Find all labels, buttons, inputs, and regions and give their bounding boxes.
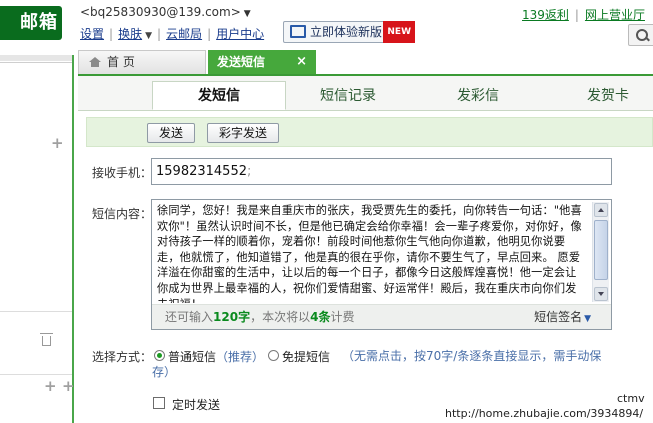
action-bar: 发送 彩字发送 <box>86 117 653 147</box>
tab-send-sms-label: 发送短信 <box>217 55 266 69</box>
close-icon[interactable]: × <box>296 50 307 74</box>
caret-down-icon: ▼ <box>584 314 591 324</box>
message-textarea[interactable]: 徐同学，您好！我是来自重庆市的张庆，我受贾先生的委托，向你转告一句话："他喜欢你… <box>157 203 585 303</box>
trash-icon[interactable] <box>40 333 53 346</box>
signature-dropdown[interactable]: 短信签名 ▼ <box>534 305 591 331</box>
right-links: 139返利 | 网上营业厅 <box>522 8 645 22</box>
plus-icon[interactable]: + <box>44 377 57 395</box>
radio-normal-sms[interactable] <box>154 350 165 361</box>
scroll-up-icon[interactable] <box>594 203 608 217</box>
normal-sms-option[interactable]: 普通短信（推荐） <box>168 348 264 365</box>
message-scrollbar[interactable] <box>592 202 609 302</box>
home-icon <box>89 57 101 67</box>
online-hall-link[interactable]: 网上营业厅 <box>585 8 645 22</box>
free-sms-option[interactable]: 免提短信 <box>282 348 330 365</box>
tab-send-card[interactable]: 发贺卡 <box>556 82 653 110</box>
account-address: <bq25830930@139.com> <box>80 5 241 19</box>
recipient-separator: ; <box>246 164 252 179</box>
timed-send-checkbox[interactable] <box>153 397 165 409</box>
message-footer: 还可输入120字，本次将以4条计费 短信签名 ▼ <box>152 304 611 329</box>
scroll-thumb[interactable] <box>594 220 608 280</box>
settings-link[interactable]: 设置 <box>80 27 104 41</box>
tab-send-sms[interactable]: 发送短信 × <box>208 50 316 74</box>
rebate-link[interactable]: 139返利 <box>522 8 569 22</box>
tab-send-sms-form[interactable]: 发短信 <box>152 81 286 110</box>
message-editor: 徐同学，您好！我是来自重庆市的张庆，我受贾先生的委托，向你转告一句话："他喜欢你… <box>151 199 612 330</box>
tab-sms-records[interactable]: 短信记录 <box>296 82 400 110</box>
mms-send-button[interactable]: 彩字发送 <box>207 123 279 143</box>
sms-function-tabs: 发短信 短信记录 发彩信 发贺卡 <box>78 76 653 111</box>
left-sidebar: + + + <box>0 55 75 423</box>
logo: 邮箱 <box>0 6 62 40</box>
top-header: 邮箱 <bq25830930@139.com> ▼ 设置 | 换肤 ▼ | 云邮局 | 用户中心… <box>0 0 653 50</box>
content-label: 短信内容： <box>92 207 153 221</box>
free-sms-description: （无需点击，按70字/条逐条直接显示，需手动保 存） <box>152 349 602 379</box>
method-label: 选择方式： <box>92 350 153 364</box>
tab-home[interactable]: 首 页 <box>78 50 206 74</box>
tab-home-label: 首 页 <box>107 55 135 69</box>
watermark-text: ctmv <box>617 392 645 405</box>
try-new-version-button[interactable]: 立即体验新版 NEW <box>283 21 415 43</box>
recipient-value: 15982314552 <box>156 164 247 179</box>
caret-down-icon: ▼ <box>145 31 152 41</box>
plus-icon[interactable]: + <box>51 134 64 152</box>
monitor-icon <box>290 25 306 38</box>
top-links: 设置 | 换肤 ▼ | 云邮局 | 用户中心 <box>80 27 265 41</box>
try-new-version-label: 立即体验新版 <box>310 25 383 39</box>
caret-down-icon: ▼ <box>243 9 251 19</box>
send-button[interactable]: 发送 <box>147 123 195 143</box>
cloud-post-link[interactable]: 云邮局 <box>166 27 202 41</box>
skin-link[interactable]: 换肤 <box>118 27 142 41</box>
recipient-input[interactable]: 15982314552; <box>151 158 612 185</box>
timed-send-label: 定时发送 <box>172 398 221 412</box>
new-badge: NEW <box>383 21 415 43</box>
tab-send-mms[interactable]: 发彩信 <box>426 82 530 110</box>
account-menu[interactable]: <bq25830930@139.com> ▼ <box>80 5 251 19</box>
remaining-hint: 还可输入120字，本次将以4条计费 <box>165 310 355 324</box>
search-button[interactable] <box>628 24 653 46</box>
radio-free-sms[interactable] <box>268 350 279 361</box>
page-tab-bar: 首 页 发送短信 × <box>78 50 653 76</box>
remaining-count: 120字 <box>213 310 251 324</box>
billing-count: 4条 <box>310 310 331 324</box>
watermark-url: http://home.zhubajie.com/3934894/ <box>445 407 644 420</box>
user-center-link[interactable]: 用户中心 <box>216 27 264 41</box>
plus-icon[interactable]: + <box>62 377 75 395</box>
recipient-label: 接收手机： <box>92 166 153 180</box>
scroll-down-icon[interactable] <box>594 287 608 301</box>
